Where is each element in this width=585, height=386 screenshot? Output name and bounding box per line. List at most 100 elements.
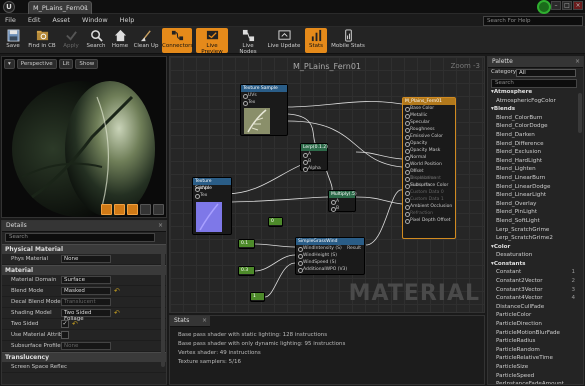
viewport-options-button[interactable]: ▾ — [4, 59, 15, 69]
texture-sample-node[interactable]: Texture Sample UVs Tex — [240, 84, 288, 136]
palette-item[interactable]: Blend_ColorDodge — [488, 122, 583, 131]
maximize-button[interactable]: □ — [562, 1, 572, 10]
palette-item[interactable]: Blend_SoftLight — [488, 217, 583, 226]
palette-item[interactable]: Blend_Exclusion — [488, 148, 583, 157]
reset-default-icon[interactable]: ↶ — [114, 287, 120, 295]
palette-item[interactable]: ParticleSpeed — [488, 372, 583, 381]
use-material-attributes-checkbox[interactable] — [61, 331, 69, 339]
palette-scrollbar[interactable] — [578, 93, 582, 133]
palette-category[interactable]: ▾Constants — [488, 260, 583, 269]
decal-blend-mode-dropdown[interactable]: Translucent — [61, 298, 111, 306]
node-pin[interactable]: Subsurface Color — [403, 182, 455, 189]
node-pin[interactable]: B — [329, 205, 355, 212]
palette-item[interactable]: ParticleRelativeTime — [488, 354, 583, 363]
details-tab[interactable]: Details × — [2, 221, 166, 232]
node-pin[interactable]: Ambient Occlusion — [403, 203, 455, 210]
node-pin[interactable]: Tex — [193, 192, 231, 199]
plane-preview-icon[interactable] — [127, 204, 138, 215]
node-pin[interactable]: Normal — [403, 154, 455, 161]
constant-node[interactable]: 1 — [250, 292, 265, 302]
live-preview-button[interactable]: Live Preview — [196, 28, 228, 55]
node-pin[interactable]: B — [301, 158, 327, 165]
palette-item[interactable]: ParticleSize — [488, 363, 583, 372]
sphere-preview-icon[interactable] — [114, 204, 125, 215]
palette-tab[interactable]: Palette × — [488, 57, 583, 68]
node-pin[interactable]: Base Color — [403, 105, 455, 112]
menu-help[interactable]: Help — [115, 14, 140, 26]
details-search-input[interactable]: Search — [5, 233, 155, 242]
palette-item[interactable]: PerInstanceFadeAmount — [488, 380, 583, 384]
menu-edit[interactable]: Edit — [23, 14, 46, 26]
palette-item[interactable]: ParticleColor — [488, 311, 583, 320]
node-pin[interactable]: Pixel Depth Offset — [403, 217, 455, 224]
node-pin[interactable]: Refraction — [403, 210, 455, 217]
node-pin[interactable]: UVs — [241, 92, 287, 99]
node-pin[interactable]: UVs — [193, 185, 231, 192]
record-icon[interactable] — [537, 0, 551, 14]
close-details-icon[interactable]: × — [158, 222, 163, 229]
material-graph[interactable]: M_PLains_Fern01 Zoom -3 Texture Sample U… — [169, 56, 485, 313]
lerp-node[interactable]: Lerp(0.1.2) A B Alpha — [300, 143, 328, 172]
palette-search-input[interactable]: Search — [491, 79, 577, 88]
palette-item[interactable]: Constant4Vector 4 — [488, 294, 583, 303]
palette-item[interactable]: Desaturation — [488, 251, 583, 260]
translucency-header[interactable]: Translucency — [2, 352, 166, 362]
minimize-button[interactable]: – — [551, 1, 561, 10]
palette-item[interactable]: Constant 1 — [488, 268, 583, 277]
connectors-button[interactable]: Connectors — [162, 28, 193, 53]
palette-item[interactable]: Blend_PinLight — [488, 208, 583, 217]
reset-default-icon[interactable]: ↶ — [114, 309, 120, 317]
palette-item[interactable]: Lerp_ScratchGrime2 — [488, 234, 583, 243]
show-button[interactable]: Show — [75, 59, 99, 69]
constant-node[interactable]: 0.3 — [238, 266, 255, 276]
node-pin[interactable]: AdditionalWPO (V3) — [296, 266, 364, 273]
live-update-button[interactable]: Live Update — [267, 28, 301, 53]
blend-mode-dropdown[interactable]: Masked — [61, 287, 111, 295]
live-nodes-button[interactable]: Live Nodes — [233, 28, 263, 55]
node-pin[interactable]: Specular — [403, 119, 455, 126]
mesh-preview-icon[interactable] — [153, 204, 164, 215]
physical-material-header[interactable]: Physical Material — [2, 244, 166, 254]
phys-material-field[interactable]: None — [61, 255, 111, 263]
menu-window[interactable]: Window — [77, 14, 113, 26]
shading-model-dropdown[interactable]: Two Sided Foliage — [61, 309, 111, 322]
details-scrollbar[interactable] — [161, 247, 165, 367]
two-sided-checkbox[interactable]: ✓ — [61, 320, 69, 328]
node-pin[interactable]: Opacity Mask — [403, 147, 455, 154]
node-pin[interactable]: World Position Offset — [403, 161, 455, 174]
node-pin[interactable]: Tex — [241, 99, 287, 106]
palette-item[interactable]: Blend_LinearDodge — [488, 183, 583, 192]
search-help-input[interactable]: Search For Help — [483, 16, 583, 26]
cube-preview-icon[interactable] — [140, 204, 151, 215]
material-header[interactable]: Material — [2, 265, 166, 275]
palette-item[interactable]: DistanceCullFade — [488, 303, 583, 312]
material-domain-dropdown[interactable]: Surface — [61, 276, 111, 284]
lit-button[interactable]: Lit — [58, 59, 74, 69]
palette-item[interactable]: Blend_HardLight — [488, 157, 583, 166]
home-button[interactable]: Home — [110, 28, 130, 53]
category-dropdown[interactable]: All — [516, 69, 576, 77]
palette-item[interactable]: Blend_LinearLight — [488, 191, 583, 200]
palette-item[interactable]: ParticleRadius — [488, 337, 583, 346]
palette-category[interactable]: ▾Atmosphere — [488, 88, 583, 97]
node-pin[interactable]: Roughness — [403, 126, 455, 133]
node-pin[interactable]: A — [301, 151, 327, 158]
stats-tab[interactable]: Stats × — [170, 316, 210, 327]
palette-item[interactable]: Blend_LinearBurn — [488, 174, 583, 183]
clean-up-button[interactable]: Clean Up — [133, 28, 159, 53]
mobile-stats-button[interactable]: Mobile Stats — [331, 28, 365, 53]
palette-item[interactable]: Blend_Lighten — [488, 165, 583, 174]
palette-item[interactable]: Blend_Difference — [488, 140, 583, 149]
stats-button[interactable]: Stats — [305, 28, 327, 53]
palette-item[interactable]: ParticleMotionBlurFade — [488, 329, 583, 338]
palette-item[interactable]: Lerp_ScratchGrime — [488, 226, 583, 235]
palette-item[interactable]: Blend_Overlay — [488, 200, 583, 209]
palette-item[interactable]: ParticleRandom — [488, 346, 583, 355]
node-pin[interactable]: Tessellation Multiplier — [403, 175, 455, 188]
palette-category[interactable]: ▾Blends — [488, 105, 583, 114]
cylinder-preview-icon[interactable] — [101, 204, 112, 215]
node-pin[interactable]: Metallic — [403, 112, 455, 119]
palette-item[interactable]: Blend_ColorBurn — [488, 114, 583, 123]
palette-item[interactable]: Blend_Darken — [488, 131, 583, 140]
palette-item[interactable]: AtmosphericFogColor — [488, 97, 583, 106]
